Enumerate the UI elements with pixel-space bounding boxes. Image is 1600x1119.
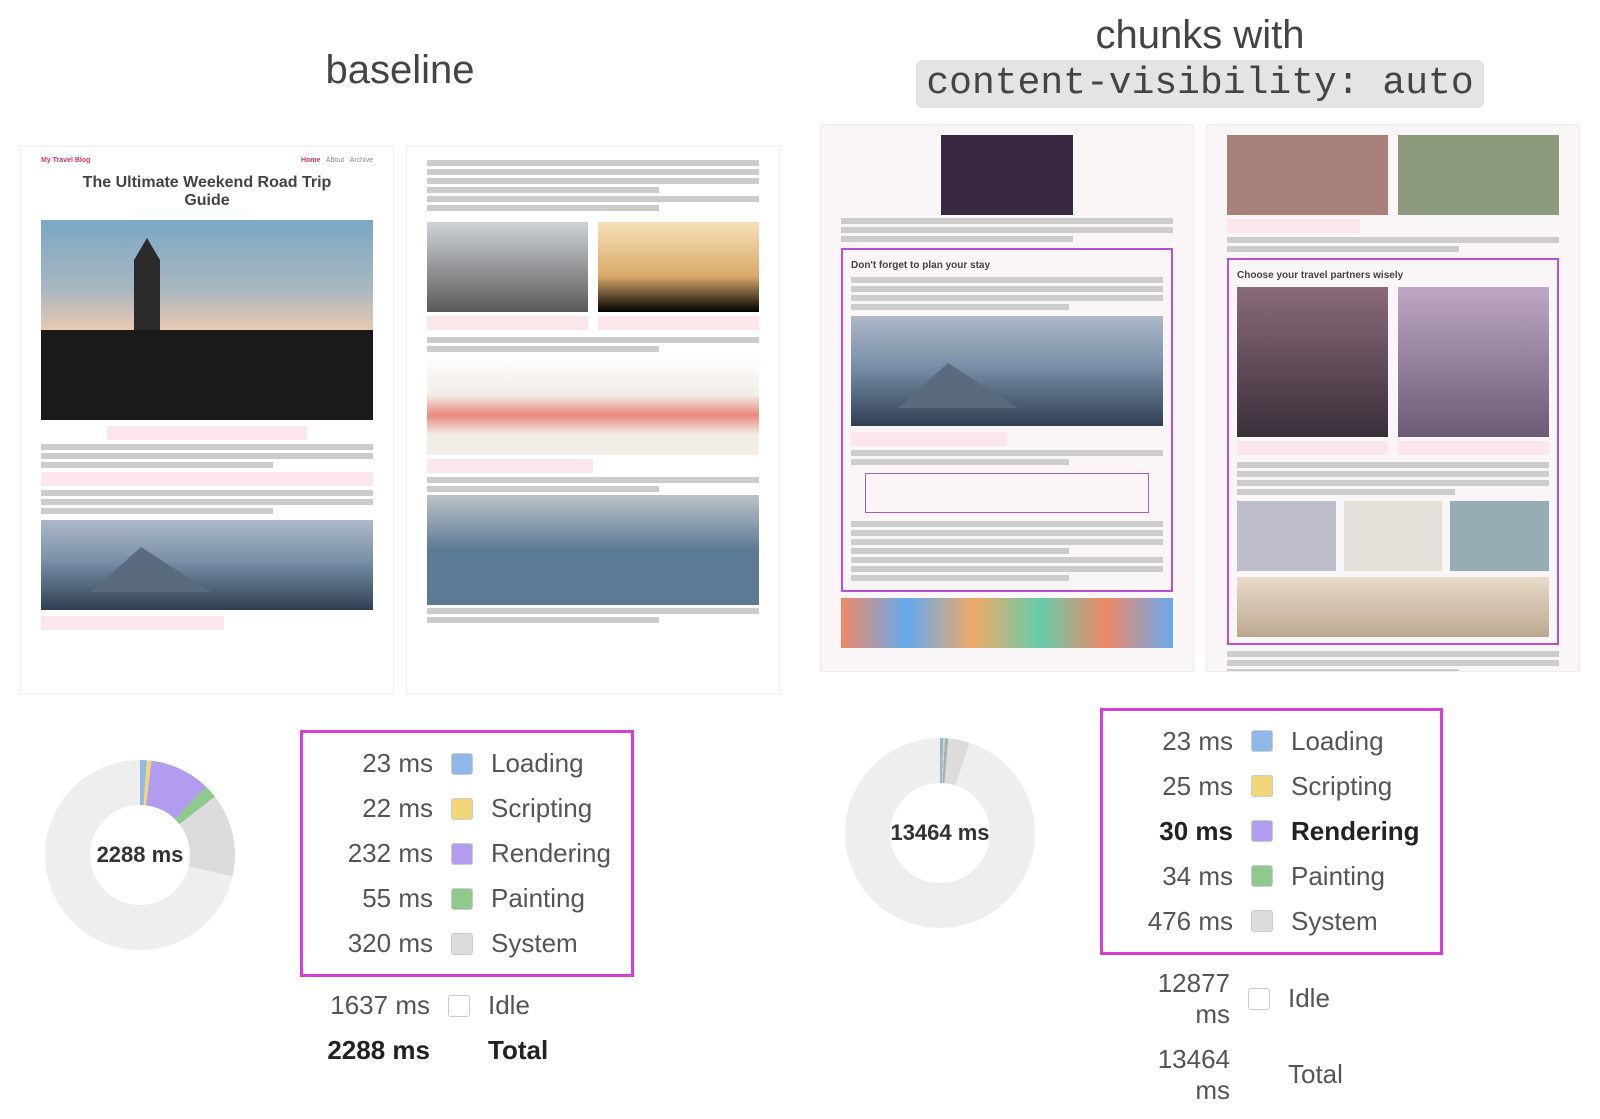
beach-shorts-image xyxy=(427,355,759,455)
callout-box xyxy=(865,473,1149,513)
person-dusk-image xyxy=(1398,287,1549,437)
travel-grid-3 xyxy=(1450,501,1549,571)
baseline-legend-block: 23 msLoading 22 msScripting 232 msRender… xyxy=(300,730,634,1079)
cv-page-b: Choose your travel partners wisely xyxy=(1206,124,1580,672)
cv-auto-screenshot: Don't forget to plan your stay xyxy=(820,118,1580,678)
beach-wide-image xyxy=(1237,577,1549,637)
portrait-image xyxy=(1227,135,1388,215)
baseline-perf-panel: 2288 ms 23 msLoading 22 msScripting 232 … xyxy=(20,700,780,1079)
cv-auto-legend-block: 23 msLoading 25 msScripting 30 msRenderi… xyxy=(1100,708,1443,1119)
blog-page-top: My Travel Blog Home About Archive The Ul… xyxy=(20,146,394,694)
travel-grid-2 xyxy=(1344,501,1443,571)
produce-image xyxy=(1398,135,1559,215)
hero-image-sunset xyxy=(41,220,373,420)
donut-center: 13464 ms xyxy=(890,820,989,846)
code-highlight: content-visibility: auto xyxy=(916,60,1483,108)
content-visibility-box-a: Don't forget to plan your stay xyxy=(841,248,1173,592)
sunset-silhouette-image xyxy=(598,222,759,312)
mountain-lake-image xyxy=(851,316,1163,426)
baseline-column: baseline My Travel Blog Home About Archi… xyxy=(20,10,780,1098)
baseline-screenshot: My Travel Blog Home About Archive The Ul… xyxy=(20,140,780,700)
blog-brand: My Travel Blog xyxy=(41,157,90,164)
cv-auto-title: chunks with content-visibility: auto xyxy=(820,10,1580,108)
mountain-image xyxy=(41,520,373,610)
climbing-image xyxy=(1237,287,1388,437)
content-visibility-box-b: Choose your travel partners wisely xyxy=(1227,258,1559,645)
colorful-buildings-image xyxy=(841,598,1173,648)
baseline-title: baseline xyxy=(20,10,780,130)
baseline-donut-chart: 2288 ms xyxy=(45,760,235,950)
cv-auto-column: chunks with content-visibility: auto Don… xyxy=(820,10,1580,1098)
cv-page-a: Don't forget to plan your stay xyxy=(820,124,1194,672)
post-title: The Ultimate Weekend Road Trip Guide xyxy=(81,174,333,210)
travel-grid-1 xyxy=(1237,501,1336,571)
motorcycle-image xyxy=(427,222,588,312)
denim-jacket-image xyxy=(427,495,759,605)
cv-auto-donut-chart: 13464 ms xyxy=(845,738,1035,928)
arms-up-image xyxy=(941,135,1074,215)
donut-center: 2288 ms xyxy=(97,842,184,868)
blog-page-scroll xyxy=(406,146,780,694)
blog-nav: Home About Archive xyxy=(301,157,373,164)
cv-auto-perf-panel: 13464 ms 23 msLoading 25 msScripting 30 … xyxy=(820,678,1580,1119)
